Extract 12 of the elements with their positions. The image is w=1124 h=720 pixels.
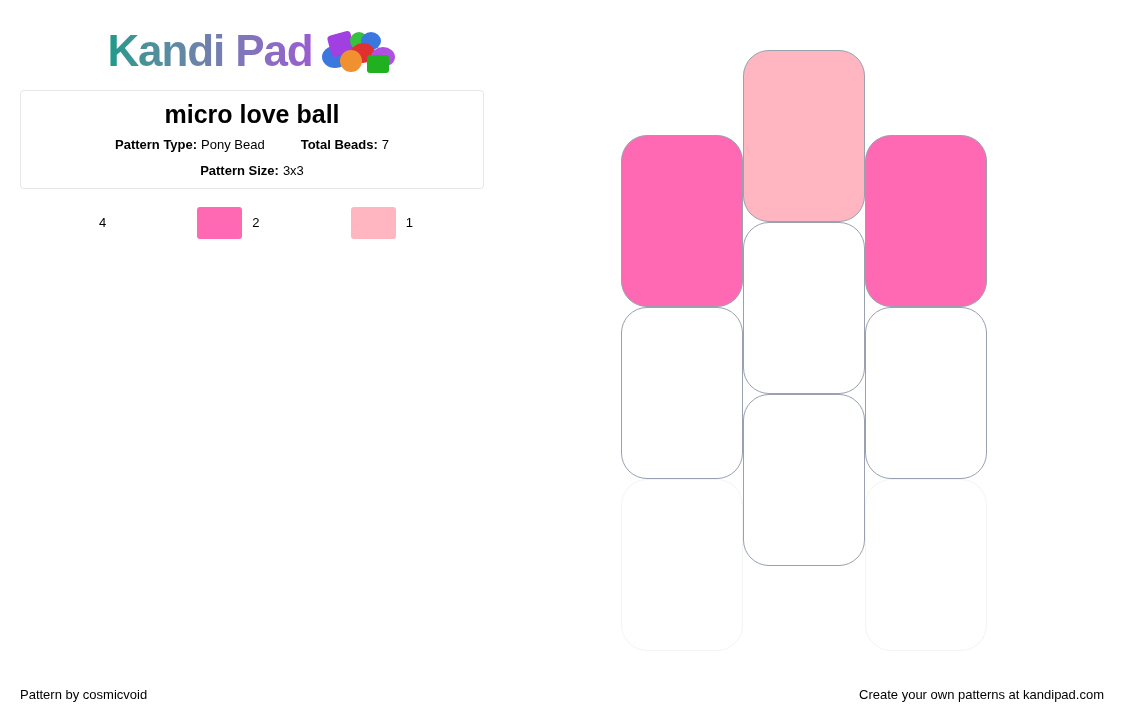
promo-text: Create your own patterns at kandipad.com (859, 685, 1104, 704)
bead-count: 2 (252, 214, 260, 233)
bead-count: 1 (405, 214, 413, 233)
detail-value: 7 (381, 136, 389, 154)
pattern-title: micro love ball (164, 99, 340, 129)
detail-label: Pattern Type: (115, 136, 198, 154)
bead-count: 4 (99, 214, 107, 233)
detail-label: Total Beads: (300, 136, 378, 154)
credit-text: Pattern by cosmicvoid (20, 685, 148, 704)
detail-value: 3x3 (282, 161, 304, 180)
detail-label: Pattern Size: (200, 161, 279, 180)
detail-value: Pony Bead (201, 136, 265, 154)
